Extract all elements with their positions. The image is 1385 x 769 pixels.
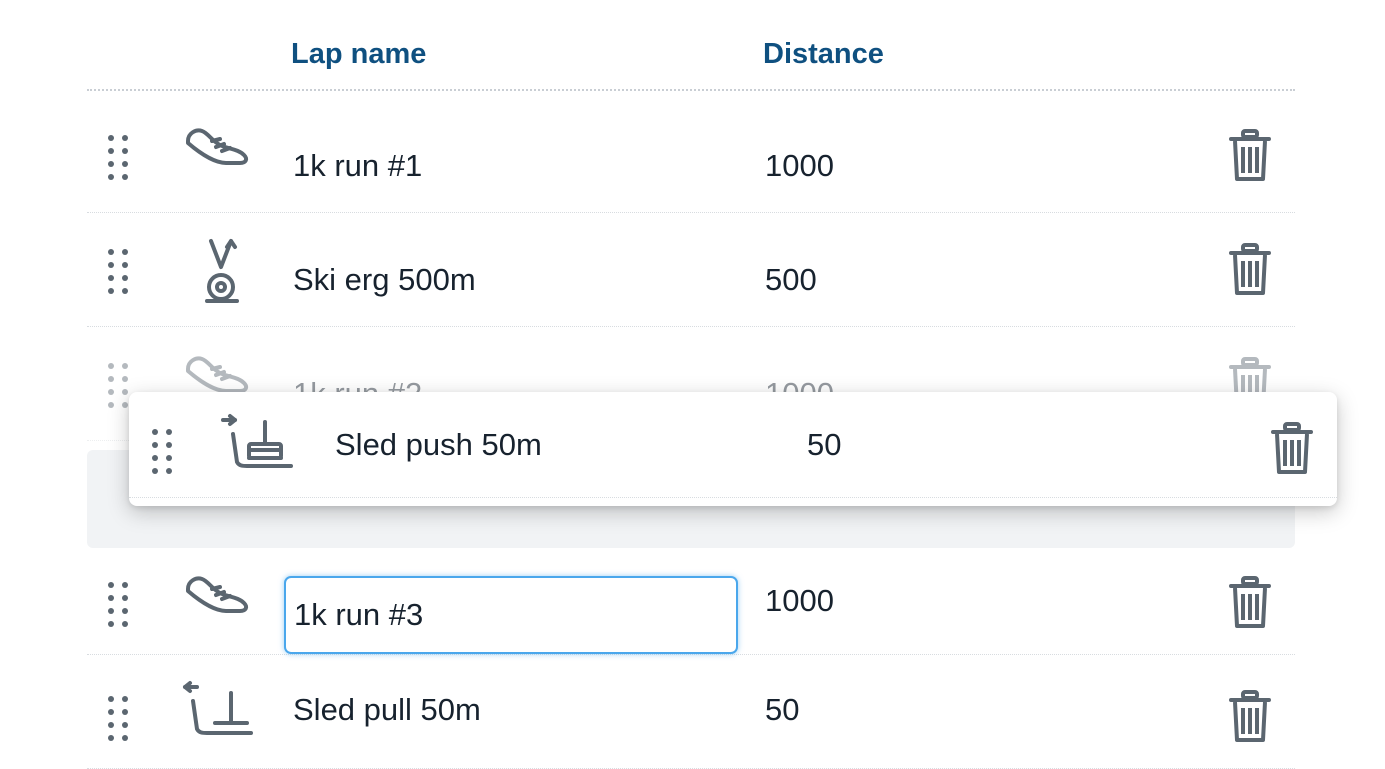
lap-name[interactable]: Sled push 50m <box>335 427 542 463</box>
lap-distance[interactable]: 500 <box>765 262 817 298</box>
table-row: 1000 <box>87 541 1295 655</box>
trash-icon[interactable] <box>1229 129 1271 181</box>
lap-name[interactable]: 1k run #1 <box>293 148 422 184</box>
dragging-row[interactable]: Sled push 50m 50 <box>129 392 1337 506</box>
lap-name[interactable]: Sled pull 50m <box>293 692 481 728</box>
trash-icon[interactable] <box>1229 243 1271 295</box>
trash-icon[interactable] <box>1271 422 1313 474</box>
column-header-lap-name: Lap name <box>291 38 427 70</box>
running-shoe-icon <box>182 567 252 637</box>
table-row: Sled pull 50m 50 <box>87 655 1295 769</box>
lap-distance[interactable]: 1000 <box>765 583 834 619</box>
sled-pull-icon <box>179 681 259 753</box>
drag-handle-icon[interactable] <box>107 581 133 627</box>
sled-push-icon <box>219 414 299 486</box>
column-header-distance: Distance <box>763 38 884 70</box>
trash-icon[interactable] <box>1229 576 1271 628</box>
table-header: Lap name Distance <box>87 0 1295 91</box>
running-shoe-icon <box>182 119 252 189</box>
drag-handle-icon[interactable] <box>151 428 177 474</box>
lap-distance[interactable]: 50 <box>765 692 799 728</box>
table-row: 1k run #1 1000 <box>87 99 1295 213</box>
drag-handle-icon[interactable] <box>107 695 133 741</box>
row-divider <box>129 497 1337 498</box>
lap-name[interactable]: Ski erg 500m <box>293 262 476 298</box>
lap-name-input[interactable] <box>284 576 738 654</box>
ski-erg-icon <box>191 237 261 307</box>
lap-distance[interactable]: 50 <box>807 427 841 463</box>
drag-handle-icon[interactable] <box>107 248 133 294</box>
lap-distance[interactable]: 1000 <box>765 148 834 184</box>
table-row: Ski erg 500m 500 <box>87 213 1295 327</box>
drag-handle-icon[interactable] <box>107 134 133 180</box>
trash-icon[interactable] <box>1229 690 1271 742</box>
